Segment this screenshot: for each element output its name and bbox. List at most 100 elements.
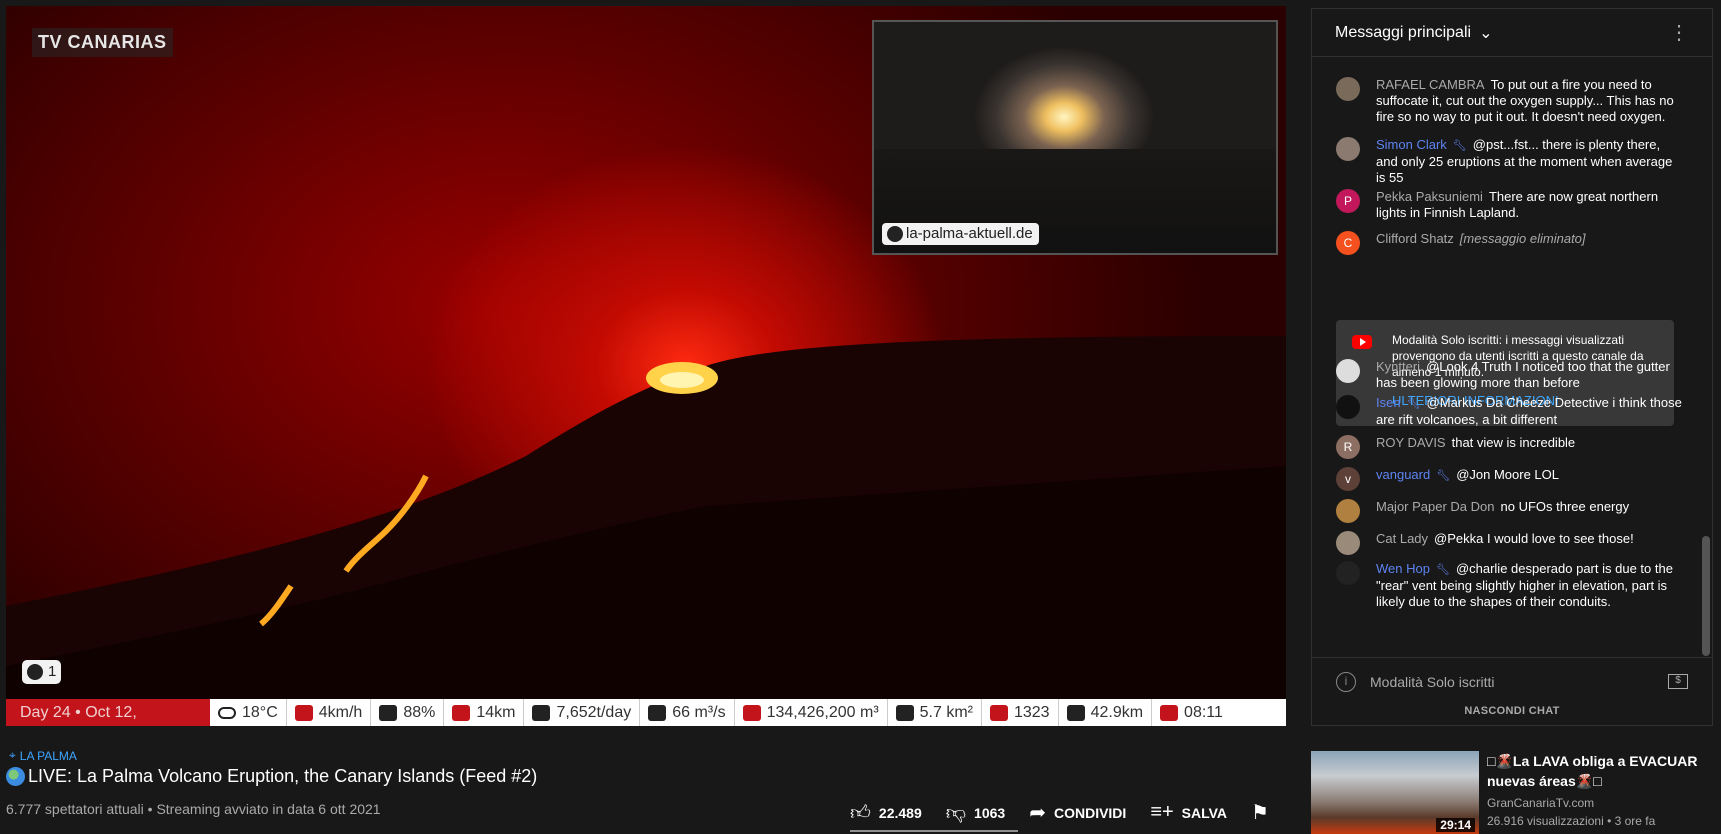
like-button[interactable]: 👍︎ 22.489 bbox=[850, 801, 922, 825]
chat-author[interactable]: Cat Lady bbox=[1376, 531, 1428, 546]
drop-icon bbox=[379, 704, 398, 721]
eye-icon bbox=[452, 704, 471, 721]
stat-temperature-value: 18°C bbox=[242, 703, 278, 721]
stat-area-value: 5.7 km² bbox=[919, 703, 973, 721]
volcano-icon bbox=[887, 226, 903, 242]
youtube-icon bbox=[1352, 335, 1372, 349]
video-player[interactable]: TV CANARIAS la-palma-aktuell.de 1 Day 24… bbox=[6, 6, 1286, 726]
volcano-icon bbox=[648, 704, 667, 721]
avatar bbox=[1336, 137, 1360, 161]
pip-camera: la-palma-aktuell.de bbox=[872, 20, 1278, 255]
stat-visibility-value: 14km bbox=[476, 703, 516, 721]
dislike-button[interactable]: 👎︎ 1063 bbox=[946, 801, 1005, 825]
like-count: 22.489 bbox=[878, 804, 922, 821]
action-bar: 👍︎ 22.489 👎︎ 1063 ➦ CONDIVIDI ≡+ SALVA ⚑ bbox=[850, 800, 1269, 825]
wrench-icon: 🔧︎ bbox=[1406, 398, 1421, 410]
avatar bbox=[1336, 561, 1360, 585]
recommended-channel[interactable]: GranCanariaTv.com bbox=[1487, 796, 1594, 810]
super-chat-icon[interactable]: $ bbox=[1668, 674, 1688, 689]
more-options-icon[interactable]: ⋮ bbox=[1669, 20, 1689, 45]
wrench-icon: 🔧︎ bbox=[1435, 564, 1450, 576]
avatar: v bbox=[1336, 467, 1360, 491]
bucket-icon bbox=[742, 704, 761, 721]
stat-volume: 134,426,200 m³ bbox=[735, 699, 888, 726]
stat-flow-value: 66 m³/s bbox=[672, 703, 726, 721]
stat-time: 08:11 bbox=[1152, 699, 1231, 726]
stat-time-value: 08:11 bbox=[1184, 703, 1223, 721]
chat-mode-footer: i Modalità Solo iscritti $ bbox=[1312, 657, 1712, 705]
chat-message: Major Paper Da Don no UFOs three energy bbox=[1336, 499, 1684, 523]
dislike-count: 1063 bbox=[974, 804, 1006, 821]
video-title: LIVE: La Palma Volcano Eruption, the Can… bbox=[6, 766, 537, 787]
stat-temperature: 18°C bbox=[210, 699, 287, 726]
chat-mode-dropdown[interactable]: Messaggi principali ⌄ bbox=[1335, 23, 1492, 43]
chat-scrollbar[interactable] bbox=[1702, 536, 1710, 656]
chat-author[interactable]: ROY DAVIS bbox=[1376, 435, 1446, 450]
chat-header: Messaggi principali ⌄ ⋮ bbox=[1312, 9, 1712, 57]
recommended-views: 26.916 visualizzazioni • 3 ore fa bbox=[1487, 814, 1656, 828]
info-icon[interactable]: i bbox=[1336, 671, 1356, 692]
chat-message: Wen Hop 🔧︎ @charlie desperado part is due … bbox=[1336, 561, 1684, 610]
volcano-icon bbox=[27, 664, 43, 680]
report-button[interactable]: ⚑ bbox=[1251, 800, 1269, 825]
stat-buildings: 1323 bbox=[982, 699, 1059, 726]
location-text: LA PALMA bbox=[19, 748, 77, 763]
pip-source-text: la-palma-aktuell.de bbox=[906, 225, 1033, 242]
wrench-icon: 🔧︎ bbox=[1436, 470, 1451, 482]
wind-icon bbox=[294, 704, 313, 721]
chat-author[interactable]: Pekka Paksuniemi bbox=[1376, 189, 1483, 204]
stat-area: 5.7 km² bbox=[888, 699, 982, 726]
avatar bbox=[1336, 395, 1360, 419]
avatar bbox=[1336, 359, 1360, 383]
chevron-down-icon: ⌄ bbox=[1479, 24, 1493, 42]
avatar bbox=[1336, 499, 1360, 523]
so2-icon bbox=[532, 704, 551, 721]
stat-road: 42.9km bbox=[1059, 699, 1153, 726]
stat-so2: 7,652t/day bbox=[524, 699, 641, 726]
stat-volume-value: 134,426,200 m³ bbox=[766, 703, 879, 721]
chat-author[interactable]: Kyntteri bbox=[1376, 359, 1420, 374]
viewer-count: 6.777 spettatori attuali • Streaming avv… bbox=[6, 801, 381, 817]
chat-author[interactable]: Simon Clark bbox=[1376, 137, 1447, 152]
chat-messages: RAFAEL CAMBRA To put out a fire you need … bbox=[1312, 57, 1712, 653]
cloud-icon bbox=[218, 706, 236, 719]
video-title-text: LIVE: La Palma Volcano Eruption, the Can… bbox=[28, 766, 538, 786]
chat-mode-label: Messaggi principali bbox=[1335, 23, 1472, 41]
wrench-icon: 🔧︎ bbox=[1452, 140, 1467, 152]
recommended-title[interactable]: □🌋La LAVA obliga a EVACUAR nuevas áreas🌋… bbox=[1487, 751, 1709, 791]
location-link[interactable]: ⌖ LA PALMA bbox=[9, 748, 77, 763]
chat-author[interactable]: Clifford Shatz bbox=[1376, 231, 1454, 246]
chat-message: P Pekka Paksuniemi There are now great no… bbox=[1336, 189, 1684, 221]
avatar bbox=[1336, 77, 1360, 101]
chat-text: @Jon Moore LOL bbox=[1456, 467, 1559, 482]
chat-message: Cat Lady @Pekka I would love to see those… bbox=[1336, 531, 1684, 555]
chat-message: R ROY DAVIS that view is incredible bbox=[1336, 435, 1684, 459]
chat-author[interactable]: Isen bbox=[1376, 395, 1401, 410]
chat-message: Kyntteri @Look 4 Truth I noticed too that… bbox=[1336, 359, 1684, 391]
save-button[interactable]: ≡+ SALVA bbox=[1150, 801, 1227, 824]
recommended-thumbnail[interactable]: 29:14 bbox=[1311, 751, 1479, 834]
hide-chat-button[interactable]: NASCONDI CHAT bbox=[1312, 705, 1712, 727]
chat-text: [messaggio eliminato] bbox=[1459, 231, 1586, 246]
chat-message: Isen 🔧︎ @Markus Da Cheeze Detective i thin… bbox=[1336, 395, 1684, 428]
share-button[interactable]: ➦ CONDIVIDI bbox=[1029, 800, 1126, 825]
chat-author[interactable]: Wen Hop bbox=[1376, 561, 1430, 576]
thumbs-up-icon: 👍︎ bbox=[850, 801, 871, 824]
stats-bar: Day 24 • Oct 12, 20:18:00 18°C 4km/h 88%… bbox=[6, 699, 1286, 726]
pip-source-badge: la-palma-aktuell.de bbox=[882, 223, 1039, 245]
chat-author[interactable]: RAFAEL CAMBRA bbox=[1376, 77, 1485, 92]
stats-date: Day 24 • Oct 12, 20:18:00 bbox=[6, 699, 210, 726]
chat-text: that view is incredible bbox=[1451, 435, 1576, 450]
recommended-video[interactable]: 29:14 □🌋La LAVA obliga a EVACUAR nuevas … bbox=[1311, 751, 1713, 834]
video-duration: 29:14 bbox=[1436, 818, 1475, 832]
road-icon bbox=[1066, 704, 1085, 721]
stat-wind-value: 4km/h bbox=[318, 703, 363, 721]
avatar: P bbox=[1336, 189, 1360, 213]
live-chat: Messaggi principali ⌄ ⋮ RAFAEL CAMBRA To p… bbox=[1311, 8, 1713, 726]
chat-message: Simon Clark 🔧︎ @pst...fst... there is plen… bbox=[1336, 137, 1684, 186]
chat-message: RAFAEL CAMBRA To put out a fire you need … bbox=[1336, 77, 1684, 125]
chat-author[interactable]: vanguard bbox=[1376, 467, 1430, 482]
stat-buildings-value: 1323 bbox=[1013, 703, 1050, 721]
chat-author[interactable]: Major Paper Da Don bbox=[1376, 499, 1495, 514]
chat-message: v vanguard 🔧︎ @Jon Moore LOL bbox=[1336, 467, 1684, 491]
